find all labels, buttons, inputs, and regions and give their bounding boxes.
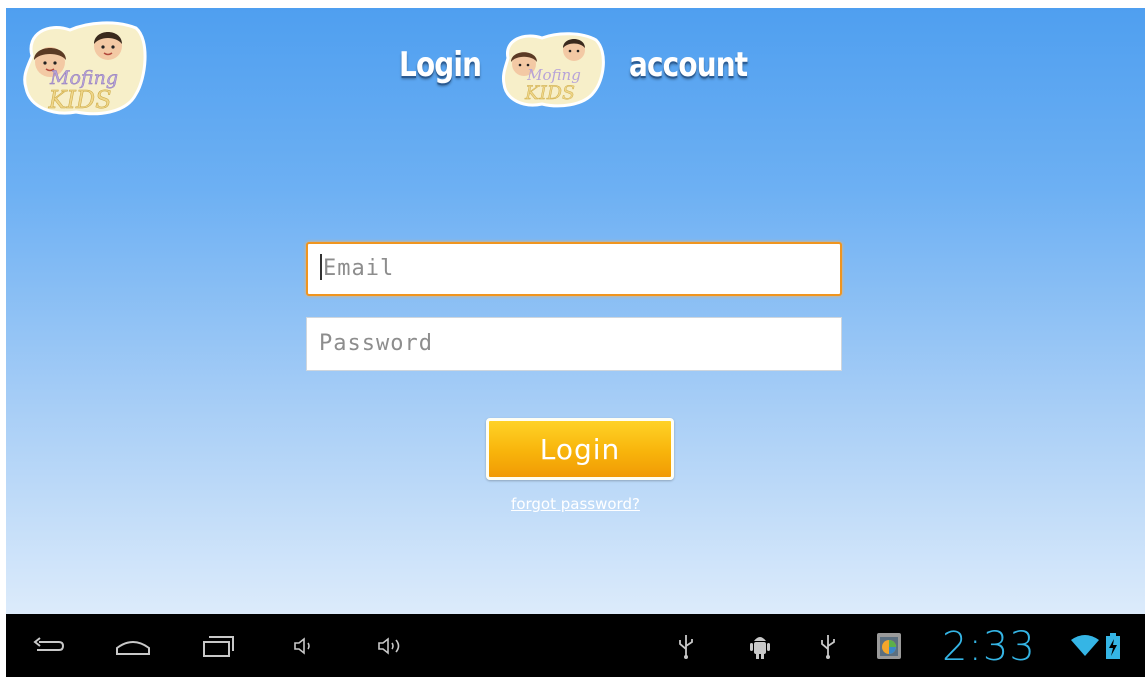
forgot-password-link: forgot password? [6, 495, 1145, 513]
android-debug-icon [750, 636, 770, 659]
password-field[interactable]: Password [306, 317, 842, 371]
volume-down-icon [294, 636, 310, 655]
battery-status [1101, 614, 1125, 677]
wifi-status [1067, 614, 1103, 677]
volume-down-button[interactable] [284, 614, 324, 677]
forgot-password-text[interactable]: forgot password? [511, 495, 640, 513]
title-logo-text-bottom: KIDS [524, 82, 575, 104]
android-debug-status [744, 614, 776, 677]
usb-status-2 [812, 614, 844, 677]
title-account-word: account [629, 45, 748, 85]
page-title: Login Mofing KIDS account [6, 30, 1145, 108]
recent-apps-button[interactable] [196, 614, 242, 677]
password-placeholder: Password [319, 331, 433, 356]
wifi-full-icon [1071, 634, 1099, 656]
usb-status [670, 614, 702, 677]
recent-apps-icon [203, 635, 234, 657]
usb-icon [679, 634, 693, 659]
home-icon [116, 640, 150, 655]
email-placeholder: Email [323, 256, 395, 281]
login-button[interactable]: Login [486, 418, 674, 480]
back-button[interactable] [26, 614, 72, 677]
battery-charging-icon [1106, 632, 1120, 659]
app-screen: Mofing KIDS Login Mofing KIDS account Em… [6, 8, 1145, 614]
gallery-notification-icon [877, 632, 901, 659]
usb-icon [821, 634, 835, 659]
volume-up-icon [378, 636, 400, 655]
home-button[interactable] [110, 614, 156, 677]
title-login-word: Login [399, 45, 482, 85]
mofing-kids-title-logo: Mofing KIDS [502, 32, 606, 108]
email-field[interactable]: Email [306, 242, 842, 296]
system-navigation-bar: 2:33 [6, 614, 1145, 677]
volume-up-button[interactable] [371, 614, 411, 677]
gallery-notification[interactable] [872, 614, 906, 677]
back-icon [33, 636, 65, 651]
text-cursor [320, 254, 322, 280]
clock: 2:33 [942, 624, 1036, 670]
